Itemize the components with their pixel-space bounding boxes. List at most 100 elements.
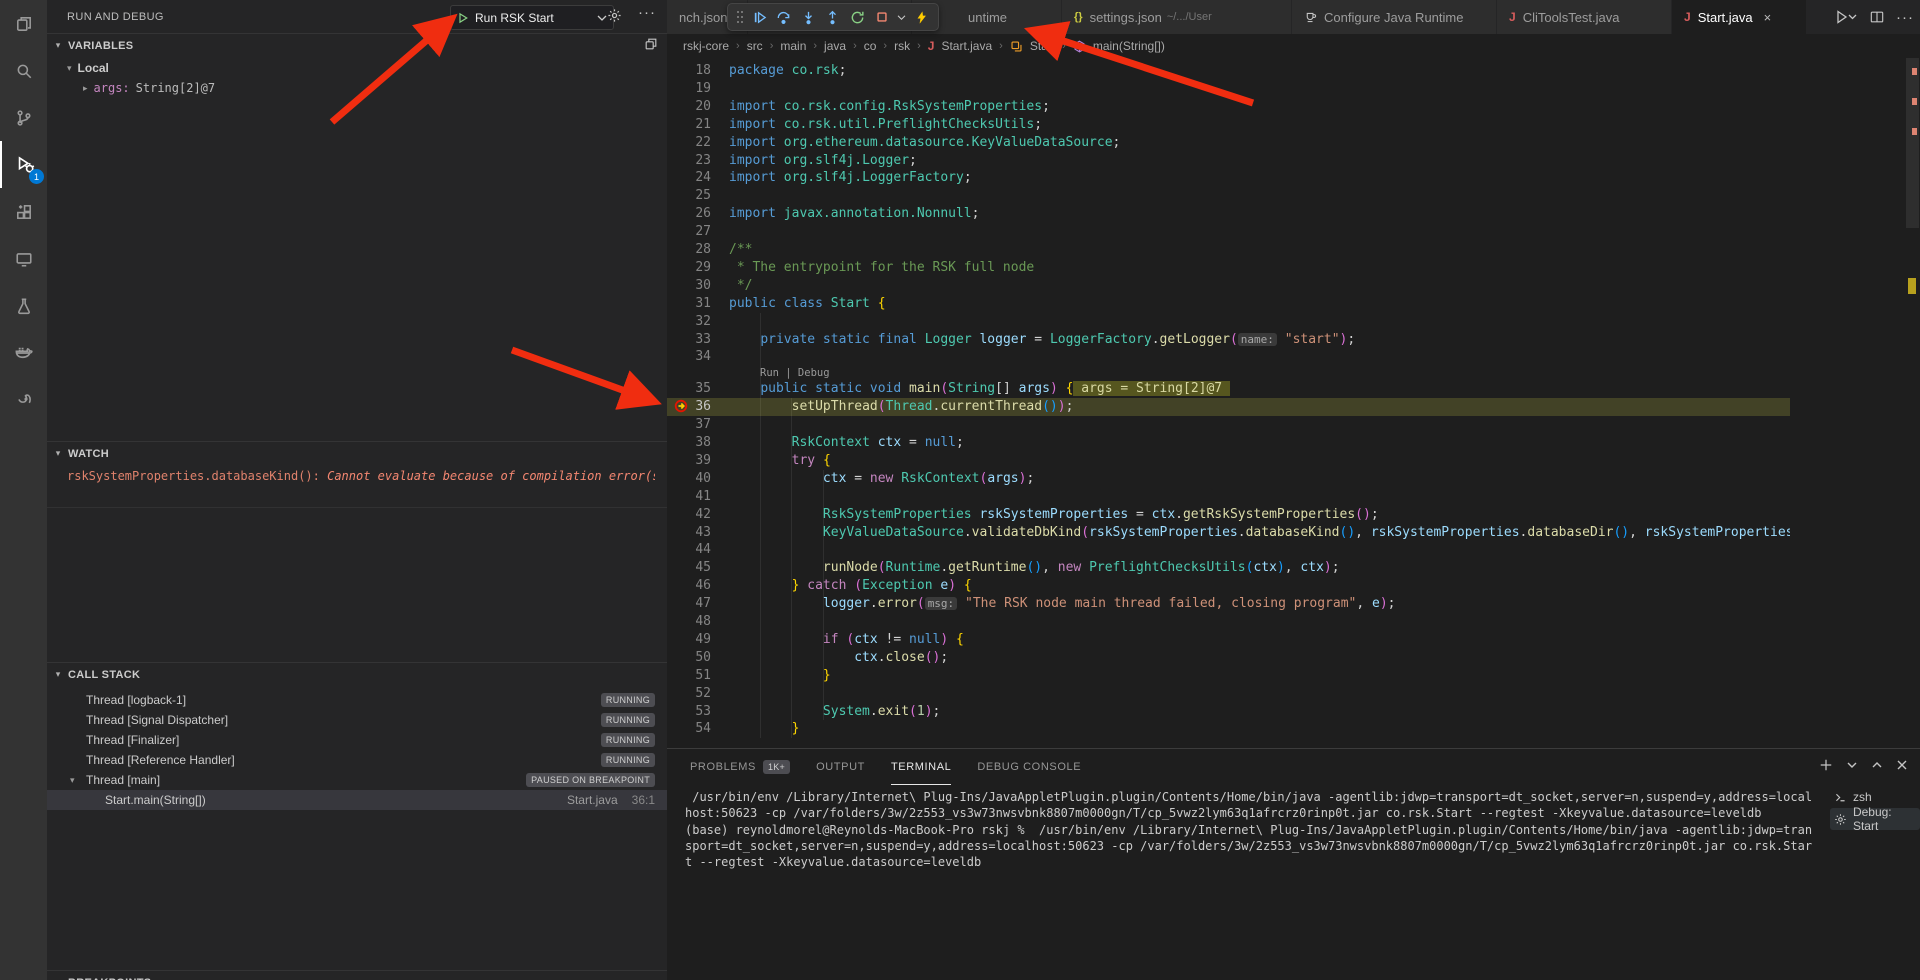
code-line-41[interactable]: 41 — [667, 488, 1790, 506]
terminal-output[interactable]: /usr/bin/env /Library/Internet\ Plug-Ins… — [685, 789, 1825, 870]
code-editor[interactable]: Run | Debug18package co.rsk;1920import c… — [667, 58, 1790, 748]
breadcrumb-item[interactable]: rsk — [894, 39, 910, 53]
remote-explorer-icon[interactable] — [0, 235, 47, 282]
line-number[interactable]: 42 — [667, 506, 711, 524]
code-line-27[interactable]: 27 — [667, 223, 1790, 241]
code-line-32[interactable]: 32 — [667, 313, 1790, 331]
breadcrumb-item[interactable]: main — [780, 39, 806, 53]
line-number[interactable]: 54 — [667, 720, 711, 738]
line-number[interactable]: 40 — [667, 470, 711, 488]
call-stack-frame-selected[interactable]: Start.main(String[])Start.java36:1 — [47, 790, 667, 810]
line-number[interactable]: 19 — [667, 80, 711, 98]
line-number[interactable]: 45 — [667, 559, 711, 577]
call-stack-thread[interactable]: Thread [Finalizer]RUNNING — [47, 730, 667, 750]
breadcrumb-item[interactable]: src — [747, 39, 763, 53]
breadcrumb-file[interactable]: Start.java — [941, 39, 992, 53]
line-number[interactable]: 21 — [667, 116, 711, 134]
launch-config-dropdown[interactable]: Run RSK Start — [450, 5, 614, 30]
line-number[interactable]: 33 — [667, 331, 711, 349]
line-number[interactable]: 30 — [667, 277, 711, 295]
watch-section-header[interactable]: ▾ WATCH — [47, 441, 667, 465]
editor-tab-start-java[interactable]: JStart.java× — [1672, 0, 1807, 34]
line-number[interactable]: 37 — [667, 416, 711, 434]
restart-icon[interactable] — [847, 5, 868, 29]
variables-section-header[interactable]: ▾ VARIABLES — [47, 33, 667, 57]
code-line-30[interactable]: 30 */ — [667, 277, 1790, 295]
variable-args[interactable]: ▸ args: String[2]@7 — [47, 78, 667, 98]
search-icon[interactable] — [0, 47, 47, 94]
step-into-icon[interactable] — [798, 5, 819, 29]
call-stack-thread[interactable]: Thread [Signal Dispatcher]RUNNING — [47, 710, 667, 730]
code-line-42[interactable]: 42 RskSystemProperties rskSystemProperti… — [667, 506, 1790, 524]
source-control-icon[interactable] — [0, 94, 47, 141]
line-number[interactable]: 27 — [667, 223, 711, 241]
breakpoints-section-header[interactable]: ▾ BREAKPOINTS — [47, 970, 667, 980]
variables-scope-local[interactable]: ▾ Local — [47, 58, 667, 78]
close-tab-icon[interactable]: × — [1764, 10, 1772, 25]
code-line-26[interactable]: 26import javax.annotation.Nonnull; — [667, 205, 1790, 223]
start-debug-icon[interactable] — [457, 12, 469, 24]
watch-expression[interactable]: rskSystemProperties.databaseKind(): Cann… — [67, 469, 655, 483]
docker-icon[interactable] — [0, 329, 47, 376]
hot-code-replace-icon[interactable] — [911, 5, 932, 29]
line-number[interactable]: 34 — [667, 348, 711, 366]
code-line-20[interactable]: 20import co.rsk.config.RskSystemProperti… — [667, 98, 1790, 116]
continue-icon[interactable] — [749, 5, 770, 29]
code-line-40[interactable]: 40 ctx = new RskContext(args); — [667, 470, 1790, 488]
code-line-47[interactable]: 47 logger.error(msg: "The RSK node main … — [667, 595, 1790, 613]
code-line-37[interactable]: 37 — [667, 416, 1790, 434]
stop-icon[interactable] — [872, 5, 893, 29]
line-number[interactable]: 20 — [667, 98, 711, 116]
code-line-45[interactable]: 45 runNode(Runtime.getRuntime(), new Pre… — [667, 559, 1790, 577]
line-number[interactable]: 22 — [667, 134, 711, 152]
call-stack-thread[interactable]: Thread [logback-1]RUNNING — [47, 690, 667, 710]
panel-tab-problems[interactable]: PROBLEMS1K+ — [690, 749, 790, 785]
extensions-icon[interactable] — [0, 188, 47, 235]
line-number[interactable]: 48 — [667, 613, 711, 631]
code-line-44[interactable]: 44 — [667, 541, 1790, 559]
line-number[interactable]: 52 — [667, 685, 711, 703]
line-number[interactable]: 46 — [667, 577, 711, 595]
code-line-23[interactable]: 23import org.slf4j.Logger; — [667, 152, 1790, 170]
code-line-35[interactable]: 35 public static void main(String[] args… — [667, 380, 1790, 398]
testing-beaker-icon[interactable] — [0, 282, 47, 329]
breadcrumb[interactable]: rskj-core›src›main›java›co›rsk›JStart.ja… — [683, 34, 1165, 58]
line-number[interactable]: 35 — [667, 380, 711, 398]
code-line-43[interactable]: 43 KeyValueDataSource.validateDbKind(rsk… — [667, 524, 1790, 542]
step-out-icon[interactable] — [823, 5, 844, 29]
gradle-icon[interactable] — [0, 376, 47, 423]
code-line-22[interactable]: 22import org.ethereum.datasource.KeyValu… — [667, 134, 1790, 152]
step-over-icon[interactable] — [774, 5, 795, 29]
line-number[interactable]: 47 — [667, 595, 711, 613]
line-number[interactable]: 39 — [667, 452, 711, 470]
editor-tab-clitoolstest-java[interactable]: JCliToolsTest.java — [1497, 0, 1672, 34]
line-number[interactable]: 41 — [667, 488, 711, 506]
panel-tab-output[interactable]: OUTPUT — [816, 749, 865, 785]
code-line-53[interactable]: 53 System.exit(1); — [667, 703, 1790, 721]
line-number[interactable]: 26 — [667, 205, 711, 223]
stop-menu-chevron-icon[interactable] — [896, 5, 907, 29]
gear-icon[interactable] — [607, 8, 622, 28]
panel-tab-terminal[interactable]: TERMINAL — [891, 749, 951, 785]
code-line-46[interactable]: 46 } catch (Exception e) { — [667, 577, 1790, 595]
line-number[interactable]: 24 — [667, 169, 711, 187]
line-number[interactable]: 18 — [667, 62, 711, 80]
panel-tab-debug-console[interactable]: DEBUG CONSOLE — [977, 749, 1081, 785]
code-line-38[interactable]: 38 RskContext ctx = null; — [667, 434, 1790, 452]
copy-pages-icon[interactable] — [644, 37, 658, 56]
line-number[interactable]: 23 — [667, 152, 711, 170]
drag-grip-icon[interactable] — [734, 5, 745, 29]
code-line-39[interactable]: 39 try { — [667, 452, 1790, 470]
line-number[interactable]: 36 — [667, 398, 711, 416]
line-number[interactable]: 49 — [667, 631, 711, 649]
code-line-31[interactable]: 31public class Start { — [667, 295, 1790, 313]
code-line-18[interactable]: 18package co.rsk; — [667, 62, 1790, 80]
editor-tab-configure-java-runtime[interactable]: Configure Java Runtime — [1292, 0, 1497, 34]
maximize-panel-icon[interactable] — [1871, 758, 1883, 772]
code-line-28[interactable]: 28/** — [667, 241, 1790, 259]
code-line-24[interactable]: 24import org.slf4j.LoggerFactory; — [667, 169, 1790, 187]
code-line-29[interactable]: 29 * The entrypoint for the RSK full nod… — [667, 259, 1790, 277]
breadcrumb-symbol[interactable]: Start — [1030, 39, 1055, 53]
code-line-33[interactable]: 33 private static final Logger logger = … — [667, 331, 1790, 349]
close-panel-icon[interactable] — [1896, 758, 1908, 772]
